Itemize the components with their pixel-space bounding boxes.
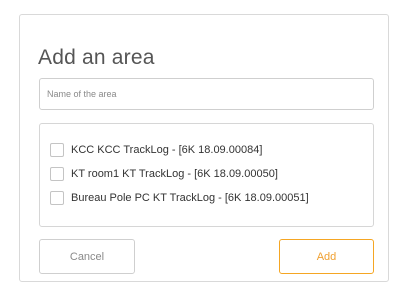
add-button[interactable]: Add [279, 239, 374, 274]
area-name-input[interactable] [39, 78, 374, 110]
device-checkbox[interactable] [50, 143, 64, 157]
device-checkbox[interactable] [50, 167, 64, 181]
device-item-kt-room1[interactable]: KT room1 KT TrackLog - [6K 18.09.00050] [50, 165, 278, 183]
device-label: KT room1 KT TrackLog - [6K 18.09.00050] [71, 168, 278, 180]
device-label: KCC KCC TrackLog - [6K 18.09.00084] [71, 144, 263, 156]
device-item-kcc[interactable]: KCC KCC TrackLog - [6K 18.09.00084] [50, 141, 262, 159]
device-item-bureau-pole-pc[interactable]: Bureau Pole PC KT TrackLog - [6K 18.09.0… [50, 189, 309, 207]
cancel-button[interactable]: Cancel [39, 239, 135, 274]
dialog-title: Add an area [38, 46, 155, 69]
device-checkbox[interactable] [50, 191, 64, 205]
add-area-dialog: Add an area KCC KCC TrackLog - [6K 18.09… [19, 14, 389, 282]
device-label: Bureau Pole PC KT TrackLog - [6K 18.09.0… [71, 192, 309, 204]
device-list: KCC KCC TrackLog - [6K 18.09.00084] KT r… [39, 123, 374, 227]
